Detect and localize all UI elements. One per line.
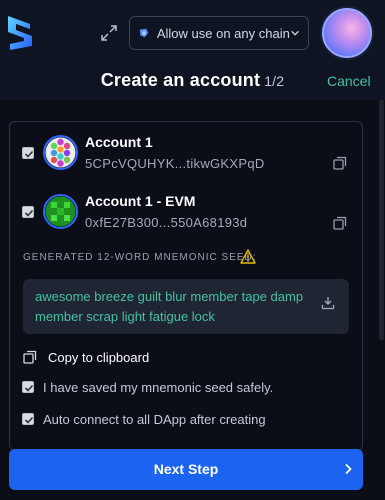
seed-box: awesome breeze guilt blur member tape da… bbox=[23, 279, 349, 334]
copy-to-clipboard-button[interactable]: Copy to clipboard bbox=[23, 347, 149, 367]
chevron-down-icon bbox=[291, 30, 299, 36]
auto-connect-label: Auto connect to all DApp after creating bbox=[43, 412, 266, 427]
expand-icon[interactable] bbox=[100, 24, 118, 42]
check-icon bbox=[24, 150, 34, 158]
account-checkbox[interactable] bbox=[22, 206, 34, 218]
header: Allow use on any chain Create an account… bbox=[0, 0, 385, 100]
chain-select-label: Allow use on any chain bbox=[156, 25, 290, 41]
copy-to-clipboard-label: Copy to clipboard bbox=[48, 349, 150, 365]
next-step-button[interactable]: Next Step bbox=[9, 449, 363, 490]
check-icon bbox=[24, 209, 34, 217]
copy-icon[interactable] bbox=[333, 216, 347, 230]
avatar[interactable] bbox=[322, 8, 372, 58]
auto-connect-checkbox[interactable] bbox=[22, 413, 34, 425]
account-name: Account 1 - EVM bbox=[85, 193, 196, 209]
copy-icon bbox=[23, 350, 37, 364]
chain-select[interactable]: Allow use on any chain bbox=[129, 16, 309, 50]
polkadot-identicon-icon bbox=[45, 137, 76, 168]
logo bbox=[8, 16, 32, 50]
copy-icon[interactable] bbox=[333, 156, 347, 170]
account-address: 5CPcVQUHYK...tikwGKXPqD bbox=[85, 156, 265, 171]
download-icon[interactable] bbox=[321, 296, 335, 310]
step-indicator: 1/2 bbox=[264, 73, 285, 89]
check-icon bbox=[24, 416, 34, 424]
saved-seed-label: I have saved my mnemonic seed safely. bbox=[43, 380, 274, 395]
account-checkbox[interactable] bbox=[22, 147, 34, 159]
title-text: Create an account bbox=[100, 70, 261, 90]
chain-icon bbox=[139, 28, 149, 38]
seed-phrase: awesome breeze guilt blur member tape da… bbox=[35, 289, 304, 324]
account-avatar-polkadot bbox=[43, 135, 78, 170]
scrollbar-thumb[interactable] bbox=[379, 100, 384, 340]
check-icon bbox=[24, 384, 34, 392]
warning-icon bbox=[240, 249, 256, 264]
account-address: 0xfE27B300...550A68193d bbox=[85, 215, 248, 230]
saved-seed-checkbox[interactable] bbox=[22, 381, 34, 393]
account-avatar-evm bbox=[43, 194, 78, 229]
seed-label: GENERATED 12-WORD MNEMONIC SEED: bbox=[23, 252, 257, 263]
chevron-right-icon bbox=[345, 463, 352, 475]
evm-identicon-icon bbox=[45, 196, 76, 227]
next-step-label: Next Step bbox=[153, 461, 219, 477]
account-name: Account 1 bbox=[85, 134, 153, 150]
cancel-button[interactable]: Cancel bbox=[327, 73, 371, 89]
